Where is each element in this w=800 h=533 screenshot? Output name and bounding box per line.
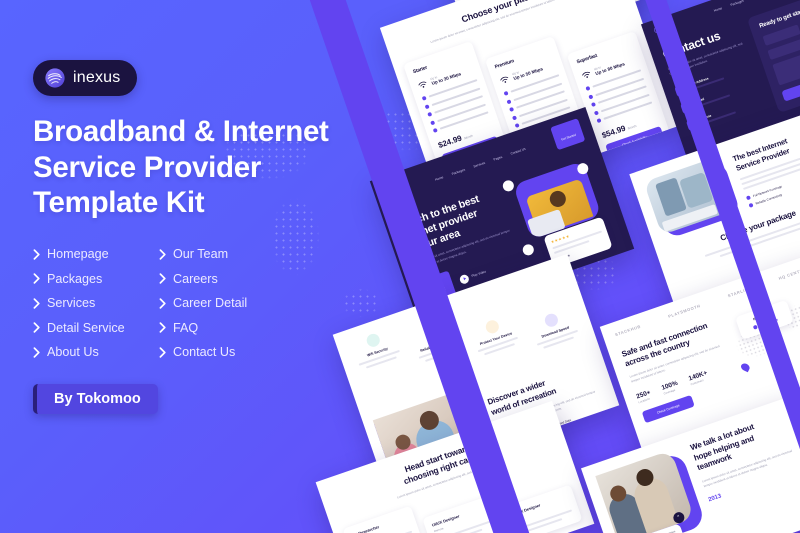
check-icon — [514, 123, 520, 129]
hero-nav-item[interactable]: Services — [473, 161, 486, 169]
link-our-team[interactable]: Our Team — [159, 247, 333, 261]
link-label: Contact Us — [173, 345, 236, 360]
check-icon — [427, 111, 433, 117]
link-services[interactable]: Services — [33, 296, 151, 310]
chevron-right-icon — [33, 322, 40, 333]
chevron-right-icon — [159, 248, 166, 260]
wifi-icon — [418, 81, 427, 88]
check-icon — [506, 98, 512, 105]
check-icon — [596, 118, 602, 124]
check-icon — [748, 203, 754, 209]
link-label: About Us — [47, 345, 99, 360]
lock-icon — [483, 318, 501, 336]
check-icon — [424, 103, 430, 109]
shield-icon — [365, 332, 382, 349]
check-icon — [590, 102, 597, 108]
check-icon — [509, 106, 515, 113]
decor-circle — [521, 242, 536, 257]
check-icon — [745, 195, 751, 201]
chevron-right-icon — [159, 297, 166, 309]
check-icon — [432, 127, 438, 134]
hero-nav-cta-label: Get Started — [560, 132, 577, 142]
hero-nav-item[interactable]: Contact Us — [510, 147, 526, 156]
template-page-list: Homepage Our Team Packages Careers Servi… — [33, 247, 333, 359]
chevron-right-icon — [159, 322, 166, 333]
partner-logo: STACKHUB — [614, 323, 642, 338]
check-icon — [503, 90, 509, 96]
link-homepage[interactable]: Homepage — [33, 247, 151, 261]
brand-name: inexus — [73, 69, 121, 86]
link-label: Services — [47, 296, 96, 311]
chevron-right-icon — [159, 346, 166, 358]
promo-canvas: Oliver Case Kameron Pierce — [0, 0, 800, 533]
link-career-detail[interactable]: Career Detail — [159, 296, 333, 310]
check-icon — [585, 85, 591, 92]
contact-nav-item[interactable]: Packages — [730, 0, 745, 7]
link-faq[interactable]: FAQ — [159, 321, 333, 335]
chevron-right-icon — [33, 346, 40, 358]
link-label: Career Detail — [173, 296, 248, 311]
link-contact-us[interactable]: Contact Us — [159, 345, 333, 359]
check-icon — [593, 110, 599, 116]
plan-period: /Month — [463, 133, 474, 141]
hero-secondary-cta-label[interactable]: Play Video — [471, 270, 487, 279]
check-icon — [430, 119, 436, 126]
partner-logo: HQ CENTER — [777, 266, 800, 281]
author-badge: By Tokomoo — [33, 384, 158, 415]
headline-line-1: Broadband & Internet — [33, 115, 329, 148]
contact-nav-item[interactable]: Home — [713, 6, 722, 13]
chevron-right-icon — [33, 273, 40, 284]
promo-content: inexus Broadband & Internet Service Prov… — [33, 60, 333, 415]
plan-period: /Month — [627, 123, 638, 131]
decor-circle — [501, 178, 516, 193]
link-label: Detail Service — [47, 320, 125, 335]
check-icon — [588, 94, 594, 100]
chevron-right-icon — [33, 297, 40, 309]
chevron-right-icon — [159, 273, 166, 284]
hero-nav-cta-button[interactable]: Get Started — [549, 118, 586, 151]
link-label: Packages — [47, 271, 103, 286]
link-label: FAQ — [173, 320, 199, 335]
link-label: Homepage — [47, 247, 109, 262]
wifi-icon — [582, 71, 590, 78]
chevron-right-icon — [33, 248, 40, 260]
download-icon — [543, 312, 560, 329]
link-careers[interactable]: Careers — [159, 272, 333, 286]
link-about-us[interactable]: About Us — [33, 345, 151, 359]
partner-logo: PLAYSMOOTH — [667, 303, 702, 319]
author-label: By Tokomoo — [54, 391, 141, 408]
brand-logo: inexus — [33, 60, 138, 96]
link-detail-service[interactable]: Detail Service — [33, 321, 151, 335]
plan-cta-label: Check Availability — [621, 134, 648, 147]
wifi-icon — [500, 76, 509, 83]
link-label: Our Team — [173, 247, 229, 262]
check-icon — [421, 95, 427, 101]
link-label: Careers — [173, 271, 218, 286]
headline-line-3: Template Kit — [33, 186, 205, 220]
hero-nav-item[interactable]: Home — [435, 175, 444, 182]
headline-line-2: Service Provider — [33, 150, 262, 184]
play-icon[interactable] — [458, 273, 471, 285]
hero-nav-item[interactable]: Pages — [493, 155, 503, 162]
coverage-cta-label: Check Coverage — [656, 402, 680, 415]
check-icon — [511, 115, 517, 121]
link-packages[interactable]: Packages — [33, 272, 151, 286]
hero-nav-item[interactable]: Packages — [451, 168, 466, 176]
page-title: Broadband & Internet Service Provider Te… — [33, 114, 333, 221]
globe-spiral-icon — [45, 68, 65, 88]
